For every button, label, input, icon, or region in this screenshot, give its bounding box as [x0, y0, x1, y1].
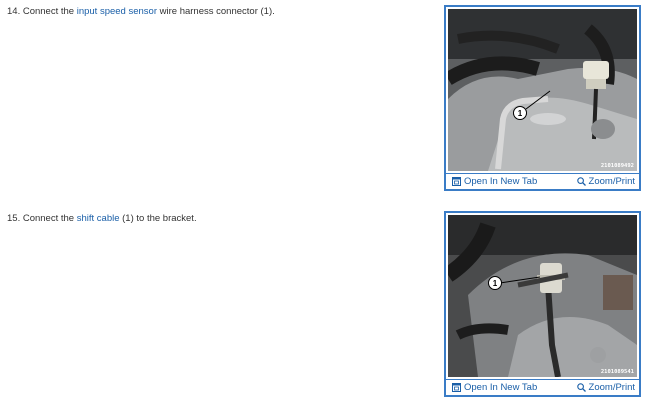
- step-15-suffix: (1) to the bracket.: [119, 213, 197, 224]
- step-14-figure-toolbar: Open In New Tab Zoom/Print: [446, 173, 639, 189]
- step-15-photo[interactable]: 1 2101089541: [448, 215, 637, 377]
- open-new-tab-label: Open In New Tab: [464, 382, 538, 393]
- step-15-prefix: 15. Connect the: [7, 213, 77, 224]
- step-14-suffix: wire harness connector (1).: [157, 6, 275, 17]
- step-14-instruction: 14. Connect the input speed sensor wire …: [7, 6, 275, 17]
- zoom-print-label: Zoom/Print: [588, 382, 635, 393]
- input-speed-sensor-link[interactable]: input speed sensor: [77, 6, 157, 17]
- open-tab-icon: [452, 383, 461, 392]
- step-15-open-new-tab-button[interactable]: Open In New Tab: [452, 382, 537, 393]
- step-14-figure: 1 2101089492 Open In New Tab Zoom/Print: [444, 5, 641, 191]
- step-14-callout: 1: [518, 109, 523, 118]
- step-15-figure-toolbar: Open In New Tab Zoom/Print: [446, 379, 639, 395]
- step-15-photo-code: 2101089541: [600, 369, 634, 375]
- shift-cable-image: 1: [448, 215, 637, 377]
- step-14-open-new-tab-button[interactable]: Open In New Tab: [452, 176, 537, 187]
- zoom-magnifier-icon: [576, 177, 586, 186]
- zoom-magnifier-icon: [576, 383, 586, 392]
- step-14-photo[interactable]: 1 2101089492: [448, 9, 637, 171]
- step-14-prefix: 14. Connect the: [7, 6, 77, 17]
- shift-cable-link[interactable]: shift cable: [77, 213, 120, 224]
- open-new-tab-label: Open In New Tab: [464, 176, 538, 187]
- step-15-callout: 1: [493, 279, 498, 288]
- step-15-zoom-print-button[interactable]: Zoom/Print: [576, 382, 635, 393]
- engine-sensor-image: 1: [448, 9, 637, 171]
- step-15-instruction: 15. Connect the shift cable (1) to the b…: [7, 213, 197, 224]
- open-tab-icon: [452, 177, 461, 186]
- step-14-photo-code: 2101089492: [600, 163, 634, 169]
- zoom-print-label: Zoom/Print: [588, 176, 635, 187]
- step-14-zoom-print-button[interactable]: Zoom/Print: [576, 176, 635, 187]
- step-15-figure: 1 2101089541 Open In New Tab Zoom/Print: [444, 211, 641, 397]
